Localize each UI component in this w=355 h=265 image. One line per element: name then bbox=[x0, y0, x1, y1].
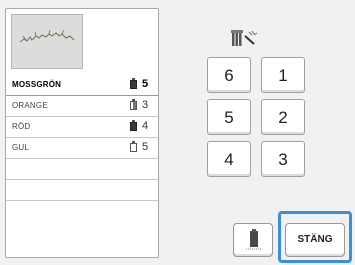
thread-spool-icon bbox=[130, 78, 137, 90]
thread-row-2[interactable]: ORANGE 3 bbox=[6, 96, 158, 117]
thread-spool-icon bbox=[130, 141, 137, 153]
thread-row-1[interactable]: MOSSGRÖN 5 bbox=[6, 75, 158, 96]
order-button-1[interactable]: 1 bbox=[261, 57, 305, 93]
thread-color-panel: MOSSGRÖN 5 ORANGE 3 RÖD 4 GUL 5 bbox=[5, 8, 159, 258]
needle-number: 5 bbox=[142, 78, 149, 90]
design-preview-icon bbox=[19, 29, 75, 43]
empty-row bbox=[6, 180, 158, 201]
embroidery-screen: MOSSGRÖN 5 ORANGE 3 RÖD 4 GUL 5 6 1 5 2 … bbox=[0, 0, 355, 265]
thread-color-list: MOSSGRÖN 5 ORANGE 3 RÖD 4 GUL 5 bbox=[6, 75, 158, 201]
thread-display-button[interactable] bbox=[233, 223, 273, 257]
thread-row-3[interactable]: RÖD 4 bbox=[6, 117, 158, 138]
thread-spool-icon bbox=[130, 120, 137, 132]
embroidery-preview bbox=[11, 14, 83, 69]
needle-bar-icon bbox=[231, 30, 258, 46]
needle-number: 5 bbox=[142, 141, 149, 153]
thread-spool-icon bbox=[246, 229, 262, 250]
order-button-6[interactable]: 6 bbox=[207, 57, 251, 93]
thread-name: GUL bbox=[12, 143, 30, 152]
close-button[interactable]: STÄNG bbox=[285, 223, 345, 257]
order-button-5[interactable]: 5 bbox=[207, 99, 251, 135]
needle-number: 3 bbox=[142, 99, 149, 111]
empty-row bbox=[6, 159, 158, 180]
thread-name: RÖD bbox=[12, 122, 31, 131]
needle-number: 4 bbox=[142, 120, 149, 132]
order-button-4[interactable]: 4 bbox=[207, 141, 251, 177]
order-button-3[interactable]: 3 bbox=[261, 141, 305, 177]
thread-name: MOSSGRÖN bbox=[12, 80, 62, 89]
thread-row-4[interactable]: GUL 5 bbox=[6, 138, 158, 159]
order-button-2[interactable]: 2 bbox=[261, 99, 305, 135]
thread-name: ORANGE bbox=[12, 101, 48, 110]
thread-spool-icon bbox=[130, 99, 137, 111]
